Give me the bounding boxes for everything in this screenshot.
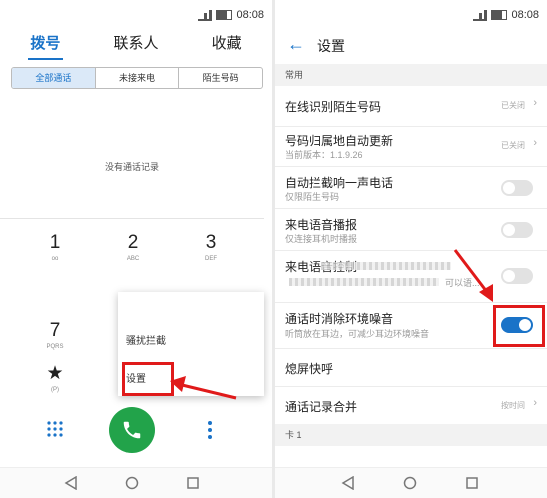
setting-title: 在线识别陌生号码	[285, 100, 382, 114]
section-header-common: 常用	[275, 64, 547, 86]
filter-unknown-numbers[interactable]: 陌生号码	[178, 68, 262, 88]
chevron-right-icon: ›	[533, 397, 537, 409]
settings-header: ← 设置	[275, 30, 547, 58]
chevron-right-icon: ›	[533, 97, 537, 109]
nav-home-icon[interactable]	[125, 476, 139, 490]
key-2[interactable]: 2 ABC	[108, 232, 158, 262]
key-star-letters: (P)	[51, 387, 59, 393]
setting-subtitle: 仅连接耳机时播报	[285, 234, 358, 244]
red-arrow-icon	[453, 249, 493, 302]
filter-missed-calls[interactable]: 未接来电	[94, 68, 179, 88]
section-header-card-1: 卡 1	[275, 424, 547, 446]
setting-value: 按时间	[501, 401, 525, 410]
nav-back-icon[interactable]	[341, 476, 355, 490]
page-title: 设置	[317, 38, 345, 54]
call-button[interactable]	[109, 407, 155, 453]
key-7[interactable]: 7 PQRS	[30, 320, 80, 350]
nav-back-icon[interactable]	[64, 476, 78, 490]
setting-title: 通话记录合并	[285, 400, 358, 414]
setting-row-online-identify[interactable]: 在线识别陌生号码 已关闭 ›	[275, 86, 547, 127]
setting-title: 号码归属地自动更新	[285, 134, 394, 148]
highlight-box-noise-toggle	[493, 305, 545, 347]
setting-title: 来电语音播报	[285, 218, 358, 232]
blurred-overlay	[321, 262, 451, 270]
setting-value: 已关闭	[501, 141, 525, 150]
setting-row-location-update[interactable]: 号码归属地自动更新 当前版本：1.1.9.26 已关闭 ›	[275, 126, 547, 167]
tab-favorites[interactable]: 收藏	[181, 30, 272, 62]
battery-icon	[491, 10, 508, 20]
tab-dial[interactable]: 拨号	[0, 30, 91, 62]
key-3[interactable]: 3 DEF	[186, 232, 236, 262]
key-2-digit: 2	[127, 232, 139, 253]
call-filter: 全部通话 未接来电 陌生号码	[11, 67, 263, 89]
setting-subtitle: 听筒放在耳边，可减少耳边环境噪音	[285, 329, 430, 339]
setting-subtitle: 仅限陌生号码	[285, 192, 340, 202]
key-1[interactable]: 1 oo	[30, 232, 80, 262]
toggle-switch[interactable]	[501, 180, 533, 196]
status-bar: 08:08	[0, 0, 272, 30]
nav-recents-icon[interactable]	[465, 476, 479, 490]
key-star-digit: ★	[46, 363, 64, 384]
tab-contacts[interactable]: 联系人	[91, 30, 182, 62]
setting-title: 熄屏快呼	[285, 362, 334, 376]
toggle-switch[interactable]	[501, 268, 533, 284]
signal-icon	[473, 9, 488, 21]
dialer-screen: 08:08 拨号 联系人 收藏 全部通话 未接来电 陌生号码 没有通话记录 1 …	[0, 0, 272, 498]
key-1-letters: oo	[51, 256, 59, 262]
dialpad-toggle-icon[interactable]	[46, 420, 64, 438]
chevron-right-icon: ›	[533, 137, 537, 149]
setting-title: 自动拦截响一声电话	[285, 176, 394, 190]
setting-row-screen-off-call[interactable]: 熄屏快呼	[275, 348, 547, 387]
setting-title: 通话时消除环境噪音	[285, 312, 394, 326]
key-2-letters: ABC	[126, 256, 140, 262]
menu-item-harassment-block[interactable]: 骚扰拦截	[126, 332, 166, 347]
filter-all-calls[interactable]: 全部通话	[12, 68, 95, 88]
status-bar: 08:08	[275, 0, 547, 30]
key-1-digit: 1	[49, 232, 61, 253]
key-7-letters: PQRS	[46, 344, 64, 350]
status-time: 08:08	[511, 9, 539, 21]
phone-icon	[123, 421, 141, 439]
red-arrow-icon	[170, 376, 237, 400]
settings-screen: 08:08 ← 设置 常用 在线识别陌生号码 已关闭 › 号码归属地自动更新 当…	[275, 0, 547, 498]
setting-value: 已关闭	[501, 101, 525, 110]
setting-row-voice-announce[interactable]: 来电语音播报 仅连接耳机时播报	[275, 208, 547, 251]
signal-icon	[198, 9, 213, 21]
key-star[interactable]: ★ (P)	[30, 362, 80, 393]
nav-home-icon[interactable]	[403, 476, 417, 490]
back-arrow-icon[interactable]: ←	[287, 34, 305, 55]
key-3-letters: DEF	[205, 256, 217, 262]
highlight-box-settings	[122, 362, 174, 396]
setting-subtitle: 当前版本：1.1.9.26	[285, 150, 363, 160]
setting-row-merge-call-log[interactable]: 通话记录合并 按时间 ›	[275, 386, 547, 425]
more-options-icon[interactable]	[206, 420, 214, 440]
system-nav-bar	[0, 467, 272, 498]
system-nav-bar	[275, 467, 547, 498]
empty-call-log-text: 没有通话记录	[104, 162, 159, 172]
battery-icon	[216, 10, 233, 20]
dialer-tabs: 拨号 联系人 收藏	[0, 30, 272, 62]
status-time: 08:08	[236, 9, 264, 21]
key-7-digit: 7	[49, 320, 61, 341]
setting-row-voice-control[interactable]: 来电语音控制 可以语...	[275, 250, 547, 303]
nav-recents-icon[interactable]	[186, 476, 200, 490]
blurred-overlay	[289, 278, 439, 286]
keypad-divider	[0, 218, 264, 219]
setting-row-block-one-ring[interactable]: 自动拦截响一声电话 仅限陌生号码	[275, 166, 547, 209]
toggle-switch[interactable]	[501, 222, 533, 238]
key-3-digit: 3	[205, 232, 217, 253]
